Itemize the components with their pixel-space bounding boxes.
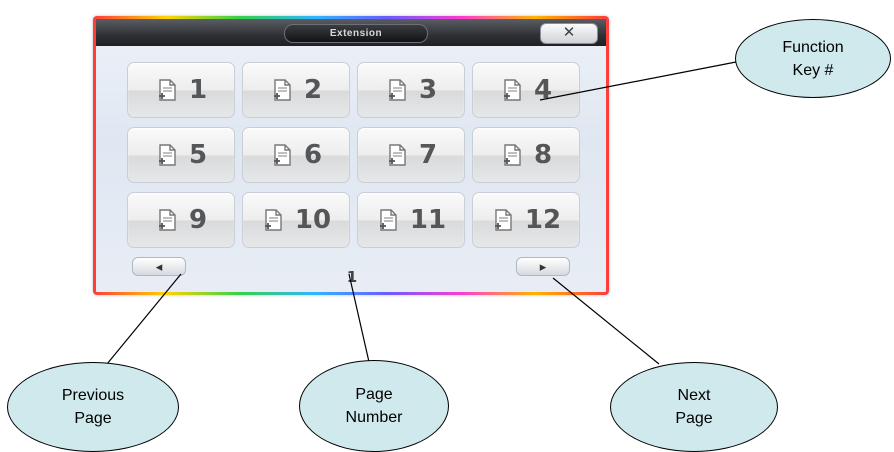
callout-function-key: Function Key # [735, 19, 891, 98]
callout-text-line: Page [74, 410, 112, 427]
leader-page-number [348, 273, 370, 363]
callout-previous-page: Previous Page [7, 362, 179, 452]
callout-text-line: Function [782, 38, 844, 56]
leader-function-key [539, 61, 737, 101]
callout-page-number: Page Number [299, 360, 449, 452]
callout-next-page: Next Page [610, 362, 778, 452]
callout-text-line: Previous [61, 387, 125, 404]
callout-text-line: Next [677, 387, 711, 404]
leader-previous-page [106, 273, 182, 365]
callout-text-line: Key # [792, 61, 834, 79]
callout-text-line: Page [355, 386, 393, 403]
callout-text-line: Page [675, 410, 713, 427]
leader-next-page [552, 277, 660, 365]
callout-text-line: Number [345, 409, 403, 426]
